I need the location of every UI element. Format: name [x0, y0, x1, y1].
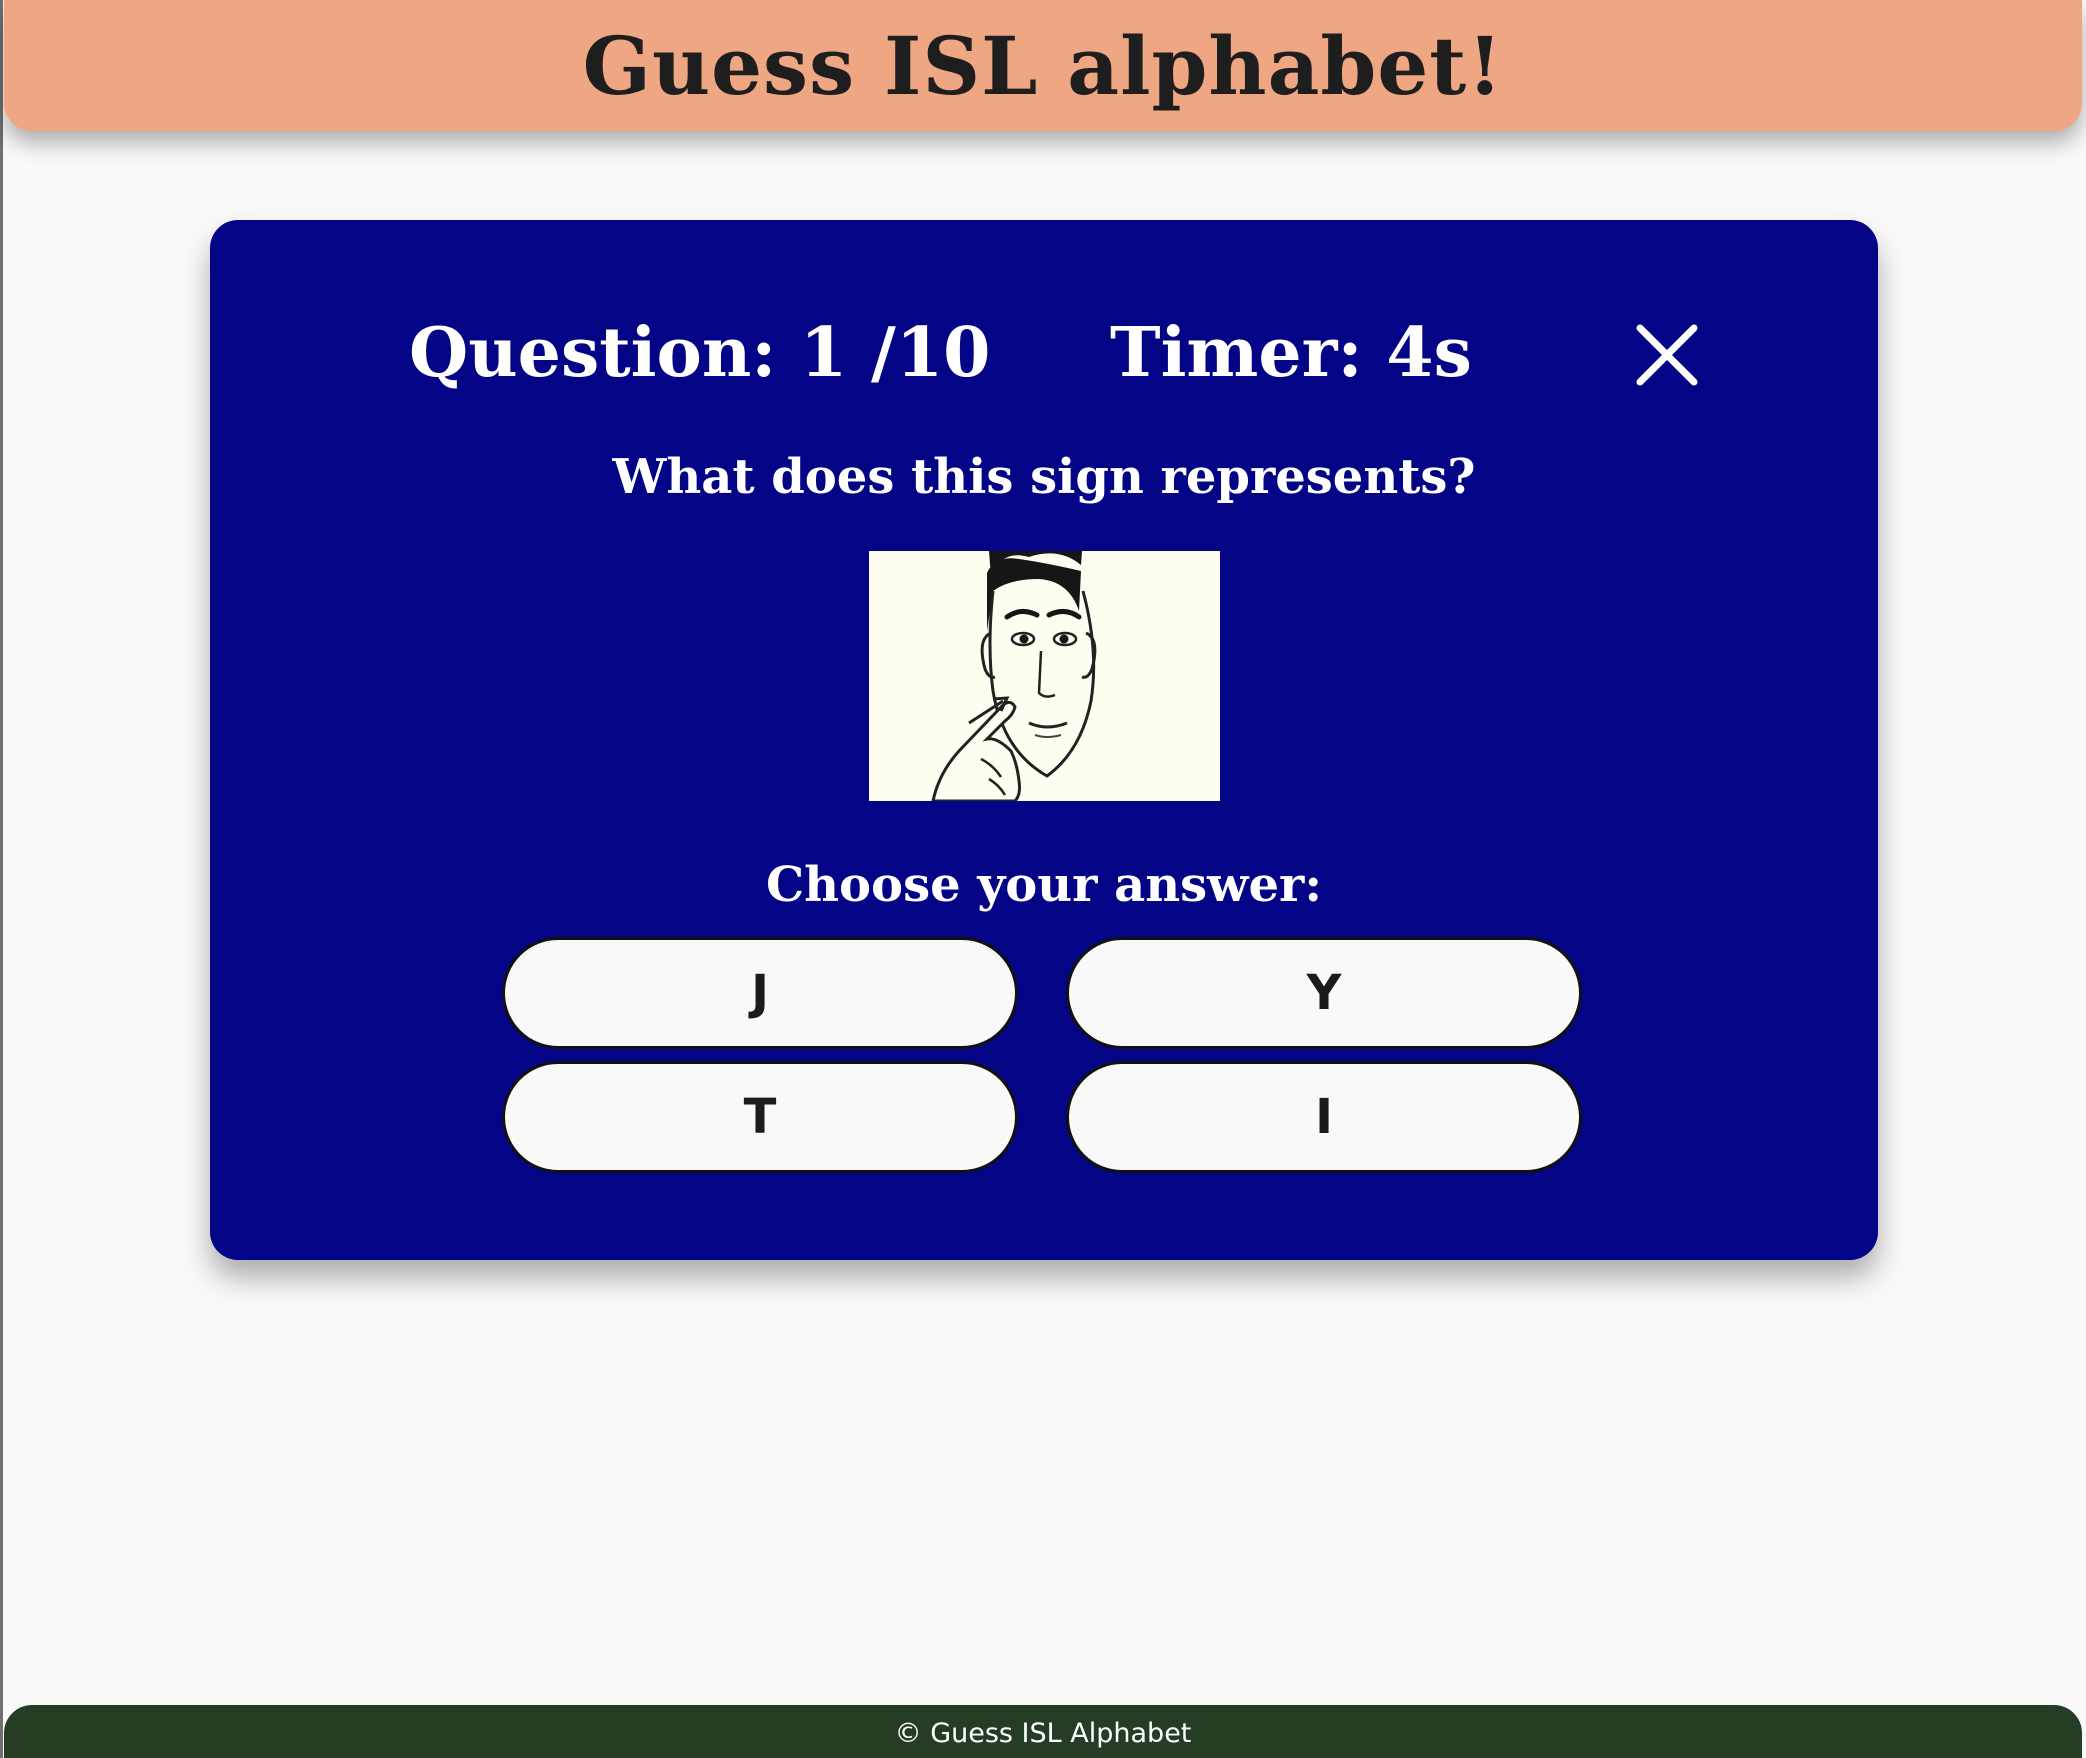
timer: Timer: 4s: [1110, 313, 1472, 393]
close-icon: [1636, 324, 1698, 386]
answer-prompt: Choose your answer:: [765, 857, 1323, 913]
answer-option-y[interactable]: Y: [1066, 937, 1582, 1049]
footer-bar: © Guess ISL Alphabet: [4, 1705, 2082, 1758]
answer-option-j[interactable]: J: [502, 937, 1018, 1049]
answer-option-t[interactable]: T: [502, 1061, 1018, 1173]
footer-copyright: © Guess ISL Alphabet: [894, 1718, 1192, 1749]
question-prompt: What does this sign represents?: [612, 449, 1476, 505]
face-sign-illustration: [869, 551, 1220, 803]
question-counter: Question: 1 /10: [409, 313, 991, 393]
header-bar: Guess ISL alphabet!: [4, 0, 2082, 131]
page-title: Guess ISL alphabet!: [582, 18, 1504, 113]
answer-option-i[interactable]: I: [1066, 1061, 1582, 1173]
sign-image: [869, 551, 1220, 803]
close-button[interactable]: [1630, 318, 1704, 392]
window-edge: [0, 0, 3, 1758]
answer-options: J Y T I: [502, 937, 1794, 1173]
quiz-card: Question: 1 /10 Timer: 4s What does this…: [210, 220, 1878, 1260]
